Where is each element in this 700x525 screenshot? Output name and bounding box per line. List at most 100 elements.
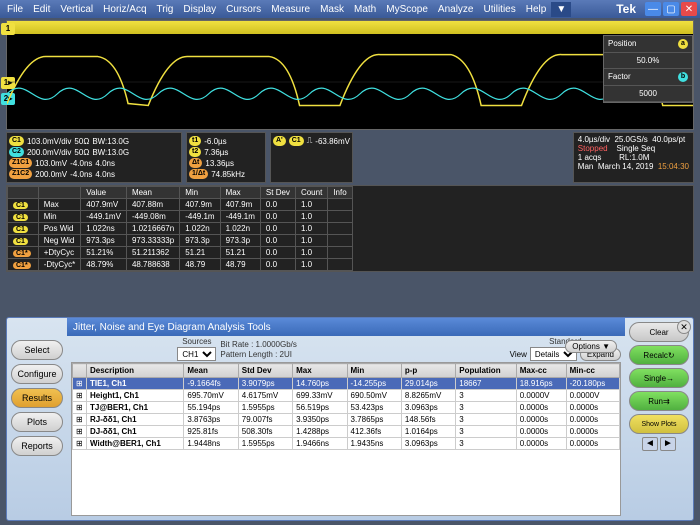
close-button[interactable]: ✕: [681, 2, 697, 16]
jitter-header[interactable]: Mean: [184, 364, 238, 378]
ch-bw: BW:13.0G: [92, 148, 129, 157]
next-button[interactable]: ►: [660, 437, 676, 451]
waveform-area[interactable]: 1 1▸ 2▸ Positiona 50.0% Factorb 5000: [6, 20, 694, 130]
jitter-nav-plots[interactable]: Plots: [11, 412, 63, 432]
menu-help[interactable]: Help: [521, 2, 552, 17]
trigger-readout: A' C1 ⎍ -63.86mV: [270, 132, 353, 183]
recalc-button[interactable]: Recalc ↻: [629, 345, 689, 365]
panel-close-button[interactable]: ✕: [677, 320, 691, 334]
ch-z: 50Ω: [74, 148, 89, 157]
jitter-cell: 1.9466ns: [293, 438, 347, 450]
jitter-header[interactable]: Population: [456, 364, 516, 378]
menu-horizacq[interactable]: Horiz/Acq: [98, 2, 151, 17]
meas-cell: 1.0: [295, 211, 327, 223]
jitter-cell: 0.0000s: [516, 414, 566, 426]
ch-tag: C2: [9, 147, 24, 157]
jitter-results-table[interactable]: DescriptionMeanStd DevMaxMinp-pPopulatio…: [71, 362, 621, 516]
meas-cell: 407.88m: [126, 199, 179, 211]
expand-icon[interactable]: ⊞: [73, 378, 87, 390]
meas-ch-tag: C1: [13, 202, 28, 209]
jitter-cell: 508.30fs: [238, 426, 292, 438]
maximize-button[interactable]: ▢: [663, 2, 679, 16]
jitter-header[interactable]: Std Dev: [238, 364, 292, 378]
meas-cell: 0.0: [260, 259, 295, 271]
ch1-ruler-tag[interactable]: 1: [1, 23, 15, 35]
time-ruler[interactable]: [7, 21, 693, 35]
jitter-row[interactable]: ⊞Width@BER1, Ch11.9448ns1.5955ps1.9466ns…: [73, 438, 620, 450]
jitter-header[interactable]: p-p: [401, 364, 455, 378]
meas-ch-tag: C1: [13, 226, 28, 233]
brand-label: Tek: [616, 2, 636, 16]
jitter-nav-reports[interactable]: Reports: [11, 436, 63, 456]
menu-math[interactable]: Math: [349, 2, 381, 17]
meas-cell: 51.21: [220, 247, 260, 259]
jitter-header[interactable]: Min-cc: [566, 364, 619, 378]
jitter-actions: ✕ Clear Recalc ↻ Single → Run ⇉ Show Plo…: [625, 318, 693, 520]
source-select[interactable]: CH1: [177, 347, 216, 361]
timebase-div: 4.0µs/div: [578, 135, 610, 144]
jitter-cell: 29.014ps: [401, 378, 455, 390]
jitter-cell: 0.0000s: [566, 402, 619, 414]
ch-tag: Z1C1: [9, 158, 32, 168]
jitter-nav-configure[interactable]: Configure: [11, 364, 63, 384]
jitter-header[interactable]: Max-cc: [516, 364, 566, 378]
jitter-cell: 55.194ps: [184, 402, 238, 414]
jitter-header[interactable]: Max: [293, 364, 347, 378]
expand-icon[interactable]: ⊞: [73, 426, 87, 438]
jitter-header[interactable]: Min: [347, 364, 401, 378]
cursor-value: -6.0µs: [204, 137, 226, 146]
position-value[interactable]: 50.0%: [637, 56, 660, 65]
ch2-trace: [7, 88, 693, 99]
prev-button[interactable]: ◄: [642, 437, 658, 451]
cursor-tag: t2: [189, 147, 201, 157]
expand-icon[interactable]: ⊞: [73, 390, 87, 402]
jitter-cell: 56.519ps: [293, 402, 347, 414]
menu-trig[interactable]: Trig: [152, 2, 179, 17]
status-day: Man: [578, 162, 594, 171]
menu-file[interactable]: File: [2, 2, 28, 17]
menu-myscope[interactable]: MyScope: [381, 2, 433, 17]
jitter-cell: 3.7865ps: [347, 414, 401, 426]
jitter-cell: 0.0000s: [566, 438, 619, 450]
jitter-row[interactable]: ⊞DJ-δδ1, Ch1925.81fs508.30fs1.4288ps412.…: [73, 426, 620, 438]
options-dropdown[interactable]: Options ▼: [565, 340, 617, 353]
expand-icon[interactable]: ⊞: [73, 402, 87, 414]
meas-cell: 407.9m: [180, 199, 220, 211]
menu-mask[interactable]: Mask: [315, 2, 349, 17]
show-plots-button[interactable]: Show Plots: [629, 414, 689, 434]
menu-vertical[interactable]: Vertical: [55, 2, 98, 17]
minimize-button[interactable]: —: [645, 2, 661, 16]
meas-name: Neg Wid: [38, 235, 81, 247]
jitter-cell: 0.0000V: [516, 390, 566, 402]
jitter-nav-results[interactable]: Results: [11, 388, 63, 408]
menu-cursors[interactable]: Cursors: [221, 2, 266, 17]
menu-display[interactable]: Display: [178, 2, 221, 17]
jitter-row[interactable]: ⊞RJ-δδ1, Ch13.8763ps79.007fs3.9350ps3.78…: [73, 414, 620, 426]
jitter-cell: 0.0000s: [566, 426, 619, 438]
jitter-row[interactable]: ⊞TIE1, Ch1-9.1664fs3.9079ps14.760ps-14.2…: [73, 378, 620, 390]
expand-icon[interactable]: ⊞: [73, 438, 87, 450]
acq-state: Stopped: [578, 144, 608, 153]
jitter-cell: 925.81fs: [184, 426, 238, 438]
jitter-nav-select[interactable]: Select: [11, 340, 63, 360]
menu-edit[interactable]: Edit: [28, 2, 55, 17]
meas-ch-tag: C1*: [13, 262, 31, 269]
jitter-cell: 0.0000s: [516, 402, 566, 414]
menu-measure[interactable]: Measure: [266, 2, 315, 17]
meas-cell: [328, 223, 352, 235]
view-label: View: [510, 350, 527, 359]
jitter-row[interactable]: ⊞Height1, Ch1695.70mV4.6175mV699.33mV690…: [73, 390, 620, 402]
jitter-cell: 1.0164ps: [401, 426, 455, 438]
factor-value[interactable]: 5000: [639, 89, 657, 98]
jitter-row[interactable]: ⊞TJ@BER1, Ch155.194ps1.5955ps56.519ps53.…: [73, 402, 620, 414]
jitter-cell: 0.0000s: [566, 414, 619, 426]
meas-cell: -449.08m: [126, 211, 179, 223]
menu-analyze[interactable]: Analyze: [433, 2, 479, 17]
menu-utilities[interactable]: Utilities: [479, 2, 521, 17]
menu-dropdown-icon[interactable]: ▼: [551, 2, 571, 17]
jitter-header[interactable]: Description: [87, 364, 184, 378]
jitter-cell: 3.9079ps: [238, 378, 292, 390]
run-button[interactable]: Run ⇉: [629, 391, 689, 411]
single-button[interactable]: Single →: [629, 368, 689, 388]
expand-icon[interactable]: ⊞: [73, 414, 87, 426]
